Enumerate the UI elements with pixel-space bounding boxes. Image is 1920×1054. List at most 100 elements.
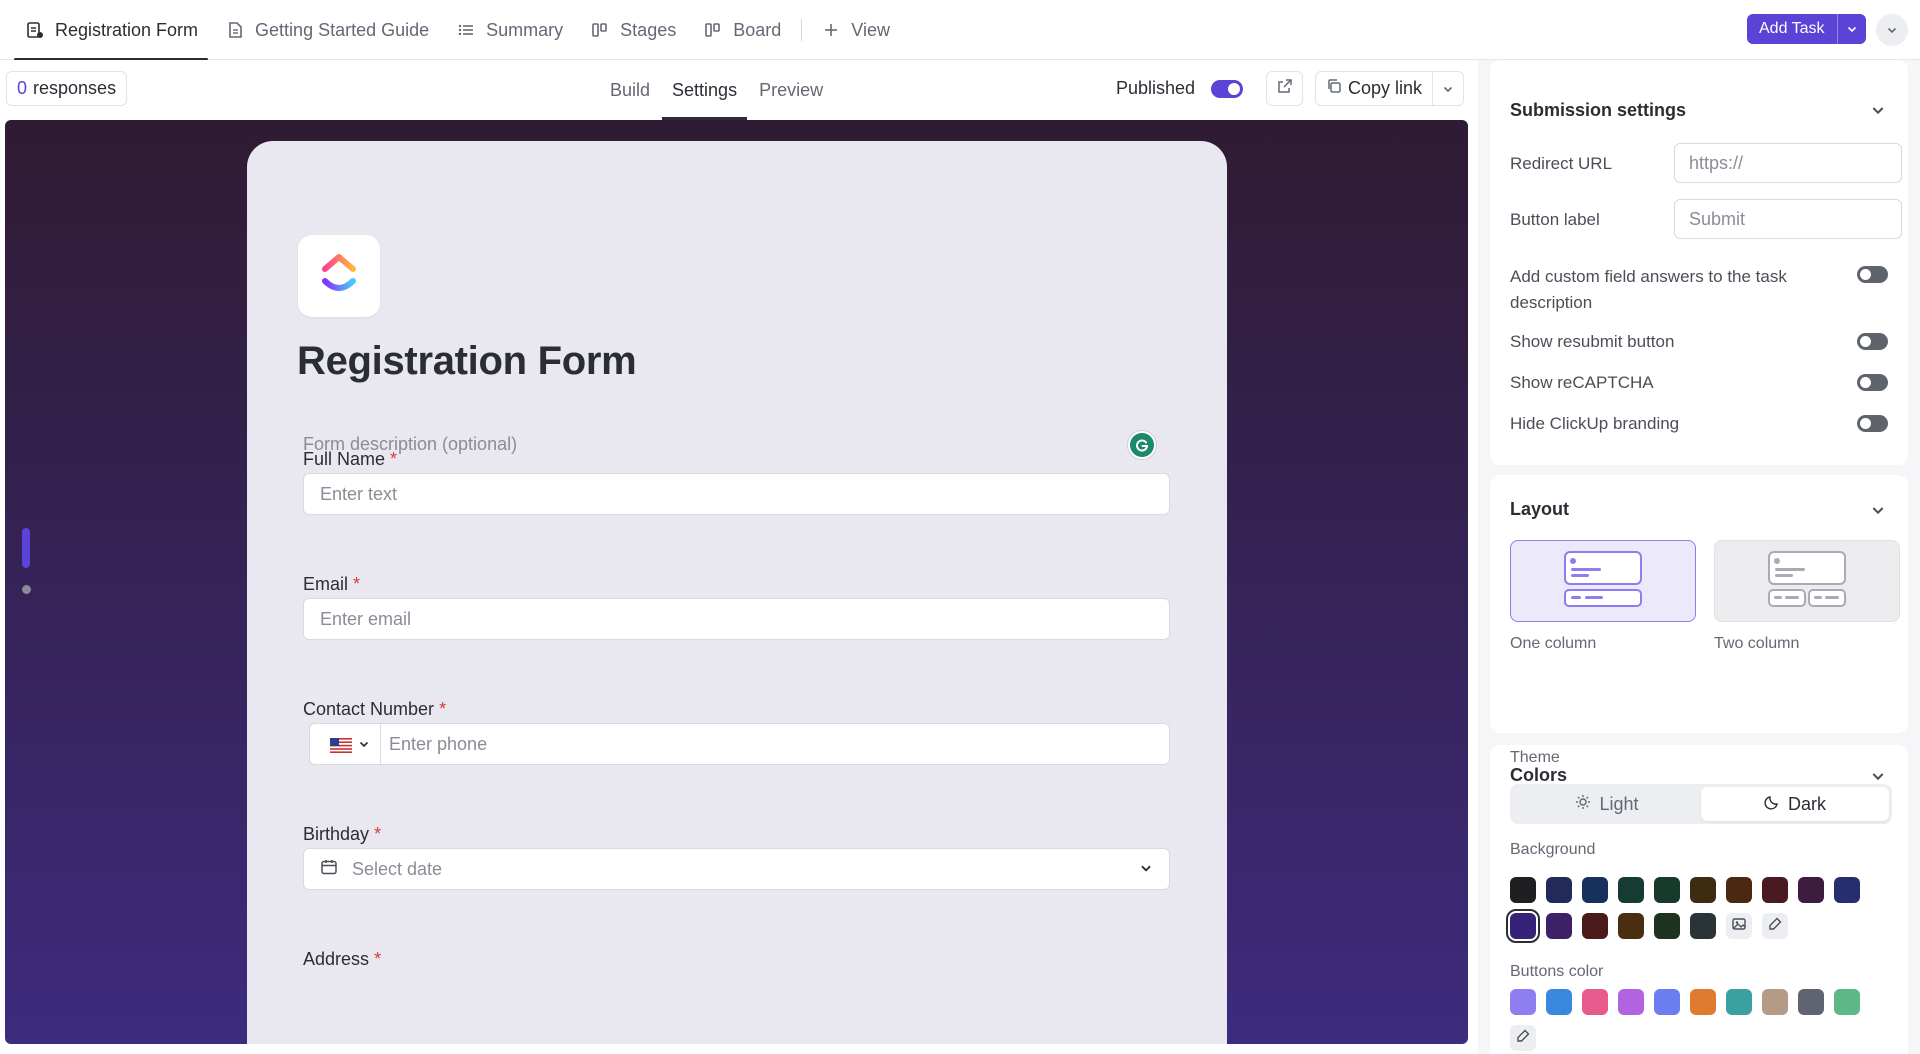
theme-label: Theme xyxy=(1510,749,1560,766)
chevron-down-icon[interactable] xyxy=(1870,502,1886,518)
view-tabs: Registration Form Getting Started Guide … xyxy=(14,0,906,61)
button-color-swatch[interactable] xyxy=(1798,989,1824,1015)
chevron-down-icon xyxy=(358,734,370,755)
form-title[interactable]: Registration Form xyxy=(297,339,637,384)
layout-one-column-option[interactable] xyxy=(1510,540,1696,622)
background-swatch[interactable] xyxy=(1690,913,1716,939)
background-swatch[interactable] xyxy=(1618,877,1644,903)
add-task-label: Add Task xyxy=(1747,14,1838,44)
tab-build[interactable]: Build xyxy=(600,60,660,120)
button-color-swatch[interactable] xyxy=(1654,989,1680,1015)
copy-icon xyxy=(1326,78,1342,99)
background-swatch[interactable] xyxy=(1582,913,1608,939)
section-indicator-dot[interactable] xyxy=(22,585,31,594)
tab-settings[interactable]: Settings xyxy=(662,60,748,120)
tab-summary[interactable]: Summary xyxy=(445,0,573,60)
redirect-url-input[interactable]: https:// xyxy=(1674,143,1902,183)
theme-toggle: Light Dark xyxy=(1510,784,1892,824)
button-color-swatch[interactable] xyxy=(1762,989,1788,1015)
background-swatch[interactable] xyxy=(1546,877,1572,903)
section-title[interactable]: Submission settings xyxy=(1510,100,1686,121)
show-recaptcha-label: Show reCAPTCHA xyxy=(1510,373,1654,392)
button-color-swatch[interactable] xyxy=(1726,989,1752,1015)
layout-two-column-option[interactable] xyxy=(1714,540,1900,622)
section-indicator-active[interactable] xyxy=(22,528,30,568)
required-mark: * xyxy=(374,824,382,844)
tab-stages[interactable]: Stages xyxy=(579,0,686,60)
show-resubmit-toggle[interactable] xyxy=(1857,333,1888,350)
clickup-logo-icon xyxy=(319,253,359,300)
grammarly-icon[interactable] xyxy=(1128,431,1156,459)
theme-dark-option[interactable]: Dark xyxy=(1701,787,1889,821)
tab-getting-started-guide[interactable]: Getting Started Guide xyxy=(214,0,439,60)
field-label-email: Email * xyxy=(303,574,360,595)
background-image-button[interactable] xyxy=(1726,913,1752,939)
chevron-down-icon[interactable] xyxy=(1870,768,1886,784)
stages-icon xyxy=(589,19,611,41)
theme-option-label: Light xyxy=(1599,793,1639,814)
custom-field-answers-toggle[interactable] xyxy=(1857,266,1888,283)
theme-light-option[interactable]: Light xyxy=(1513,787,1701,821)
add-view-button[interactable]: View xyxy=(810,0,900,60)
layout-one-column-caption: One column xyxy=(1510,635,1597,652)
field-label-text: Birthday xyxy=(303,824,370,844)
add-task-button[interactable]: Add Task xyxy=(1747,14,1866,44)
show-resubmit-label: Show resubmit button xyxy=(1510,332,1675,351)
button-color-swatch[interactable] xyxy=(1618,989,1644,1015)
copy-link-button[interactable]: Copy link xyxy=(1315,71,1465,106)
full-name-input[interactable]: Enter text xyxy=(303,473,1170,515)
country-code-select[interactable] xyxy=(316,724,381,764)
birthday-date-picker[interactable]: Select date xyxy=(303,848,1170,890)
form-logo[interactable] xyxy=(298,235,380,317)
redirect-url-label: Redirect URL xyxy=(1510,154,1613,173)
button-color-swatch[interactable] xyxy=(1582,989,1608,1015)
button-color-swatch[interactable] xyxy=(1834,989,1860,1015)
field-label-address: Address * xyxy=(303,949,381,970)
field-label-text: Contact Number xyxy=(303,699,435,719)
hide-branding-toggle[interactable] xyxy=(1857,415,1888,432)
more-options-button[interactable] xyxy=(1876,14,1908,46)
button-color-picker-button[interactable] xyxy=(1510,1025,1536,1051)
input-placeholder: Select date xyxy=(352,858,443,879)
background-swatch[interactable] xyxy=(1654,913,1680,939)
show-recaptcha-toggle[interactable] xyxy=(1857,374,1888,391)
tab-label: Getting Started Guide xyxy=(255,19,430,40)
background-swatch[interactable] xyxy=(1546,913,1572,939)
background-swatch[interactable] xyxy=(1654,877,1680,903)
background-swatch[interactable] xyxy=(1798,877,1824,903)
background-color-picker-button[interactable] xyxy=(1762,913,1788,939)
input-placeholder: Enter text xyxy=(320,483,398,504)
responses-count: 0 xyxy=(17,78,28,98)
tab-registration-form[interactable]: Registration Form xyxy=(14,0,209,61)
background-swatch[interactable] xyxy=(1582,877,1608,903)
toggle-label-line: Add custom field answers to the task xyxy=(1510,267,1787,286)
published-toggle[interactable] xyxy=(1211,79,1244,98)
background-swatch[interactable] xyxy=(1762,877,1788,903)
chevron-down-icon[interactable] xyxy=(1433,72,1463,105)
copy-link-main[interactable]: Copy link xyxy=(1316,72,1434,105)
background-swatch[interactable] xyxy=(1618,913,1644,939)
background-swatch[interactable] xyxy=(1510,877,1536,903)
two-column-layout-icon xyxy=(1767,550,1847,613)
background-swatch[interactable] xyxy=(1506,909,1540,943)
button-label-input[interactable]: Submit xyxy=(1674,199,1902,239)
moon-icon xyxy=(1764,794,1780,815)
background-swatch[interactable] xyxy=(1690,877,1716,903)
responses-button[interactable]: 0 responses xyxy=(6,71,128,106)
tab-board[interactable]: Board xyxy=(692,0,791,60)
phone-input[interactable]: Enter phone xyxy=(309,723,1170,765)
top-navigation-bar: Registration Form Getting Started Guide … xyxy=(0,0,1920,61)
email-input[interactable]: Enter email xyxy=(303,598,1170,640)
button-color-swatch[interactable] xyxy=(1510,989,1536,1015)
form-icon xyxy=(24,19,46,41)
chevron-down-icon[interactable] xyxy=(1838,14,1866,44)
open-form-button[interactable] xyxy=(1266,71,1303,106)
button-color-swatch[interactable] xyxy=(1690,989,1716,1015)
section-title[interactable]: Layout xyxy=(1510,499,1569,520)
tab-preview[interactable]: Preview xyxy=(749,60,833,120)
section-title[interactable]: Colors xyxy=(1510,765,1567,786)
background-swatch[interactable] xyxy=(1834,877,1860,903)
background-swatch[interactable] xyxy=(1726,877,1752,903)
chevron-down-icon[interactable] xyxy=(1870,102,1886,118)
button-color-swatch[interactable] xyxy=(1546,989,1572,1015)
